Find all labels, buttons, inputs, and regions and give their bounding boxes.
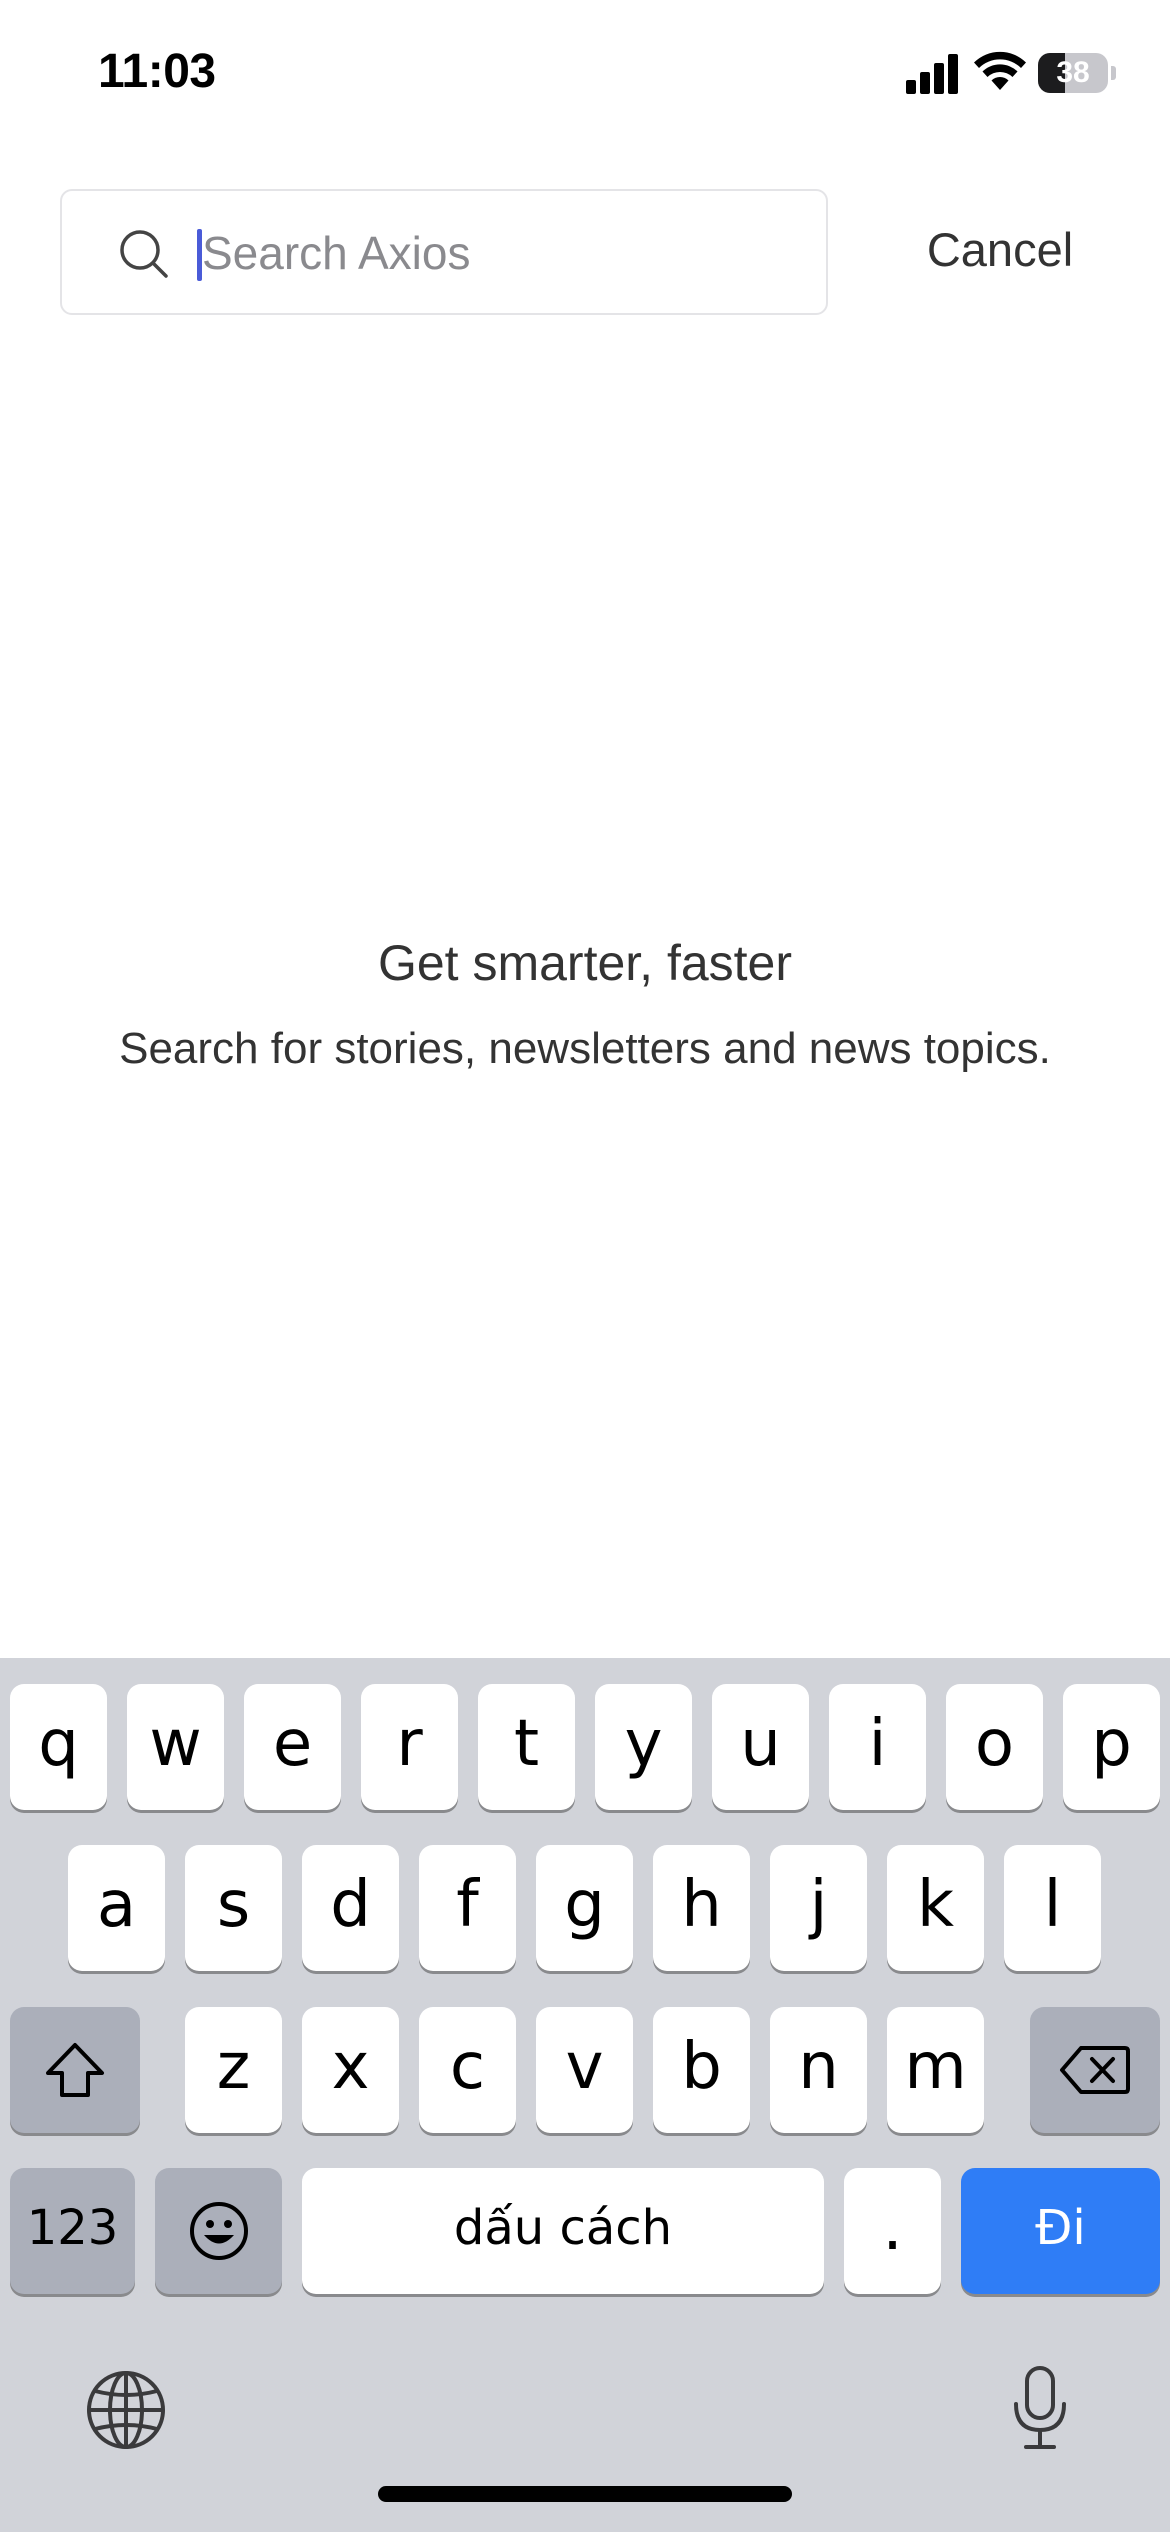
- key-m[interactable]: m: [887, 2007, 984, 2133]
- key-r[interactable]: r: [361, 1684, 458, 1810]
- microphone-icon[interactable]: [1008, 2364, 1072, 2452]
- numbers-key[interactable]: 123: [10, 2168, 135, 2294]
- status-time: 11:03: [98, 45, 216, 98]
- globe-icon[interactable]: [85, 2369, 167, 2451]
- key-u[interactable]: u: [712, 1684, 809, 1810]
- emoji-key[interactable]: [155, 2168, 282, 2294]
- wifi-icon: [974, 51, 1026, 90]
- text-caret: [197, 229, 202, 281]
- keyboard: q w e r t y u i o p a s d f g h j k l z …: [0, 1658, 1170, 2532]
- space-key[interactable]: dấu cách: [302, 2168, 824, 2294]
- search-icon: [120, 230, 168, 278]
- key-a[interactable]: a: [68, 1845, 165, 1971]
- key-o[interactable]: o: [946, 1684, 1043, 1810]
- period-key[interactable]: .: [844, 2168, 941, 2294]
- key-w[interactable]: w: [127, 1684, 224, 1810]
- key-b[interactable]: b: [653, 2007, 750, 2133]
- search-box[interactable]: [60, 189, 828, 315]
- empty-state-subtitle: Search for stories, newsletters and news…: [119, 1024, 1051, 1073]
- key-z[interactable]: z: [185, 2007, 282, 2133]
- backspace-key[interactable]: [1030, 2007, 1160, 2133]
- key-s[interactable]: s: [185, 1845, 282, 1971]
- shift-key[interactable]: [10, 2007, 140, 2133]
- cancel-button[interactable]: Cancel: [880, 210, 1120, 290]
- key-l[interactable]: l: [1004, 1845, 1101, 1971]
- key-i[interactable]: i: [829, 1684, 926, 1810]
- battery-level: 38: [1056, 56, 1090, 89]
- key-e[interactable]: e: [244, 1684, 341, 1810]
- signal-icon: [906, 54, 958, 94]
- key-c[interactable]: c: [419, 2007, 516, 2133]
- key-f[interactable]: f: [419, 1845, 516, 1971]
- home-indicator: [378, 2486, 792, 2502]
- emoji-icon: [189, 2202, 248, 2260]
- key-n[interactable]: n: [770, 2007, 867, 2133]
- key-x[interactable]: x: [302, 2007, 399, 2133]
- key-t[interactable]: t: [478, 1684, 575, 1810]
- key-p[interactable]: p: [1063, 1684, 1160, 1810]
- battery-cap: [1111, 66, 1116, 80]
- backspace-icon: [1060, 2046, 1130, 2094]
- key-q[interactable]: q: [10, 1684, 107, 1810]
- key-k[interactable]: k: [887, 1845, 984, 1971]
- shift-icon: [46, 2043, 104, 2097]
- go-key[interactable]: Đi: [961, 2168, 1160, 2294]
- key-h[interactable]: h: [653, 1845, 750, 1971]
- battery-icon: 38: [1038, 53, 1116, 93]
- battery-body: 38: [1038, 53, 1108, 93]
- status-bar: 11:03 38: [0, 0, 1170, 140]
- key-y[interactable]: y: [595, 1684, 692, 1810]
- key-d[interactable]: d: [302, 1845, 399, 1971]
- search-input[interactable]: [196, 211, 802, 295]
- key-j[interactable]: j: [770, 1845, 867, 1971]
- key-v[interactable]: v: [536, 2007, 633, 2133]
- empty-state-title: Get smarter, faster: [377, 935, 792, 991]
- key-g[interactable]: g: [536, 1845, 633, 1971]
